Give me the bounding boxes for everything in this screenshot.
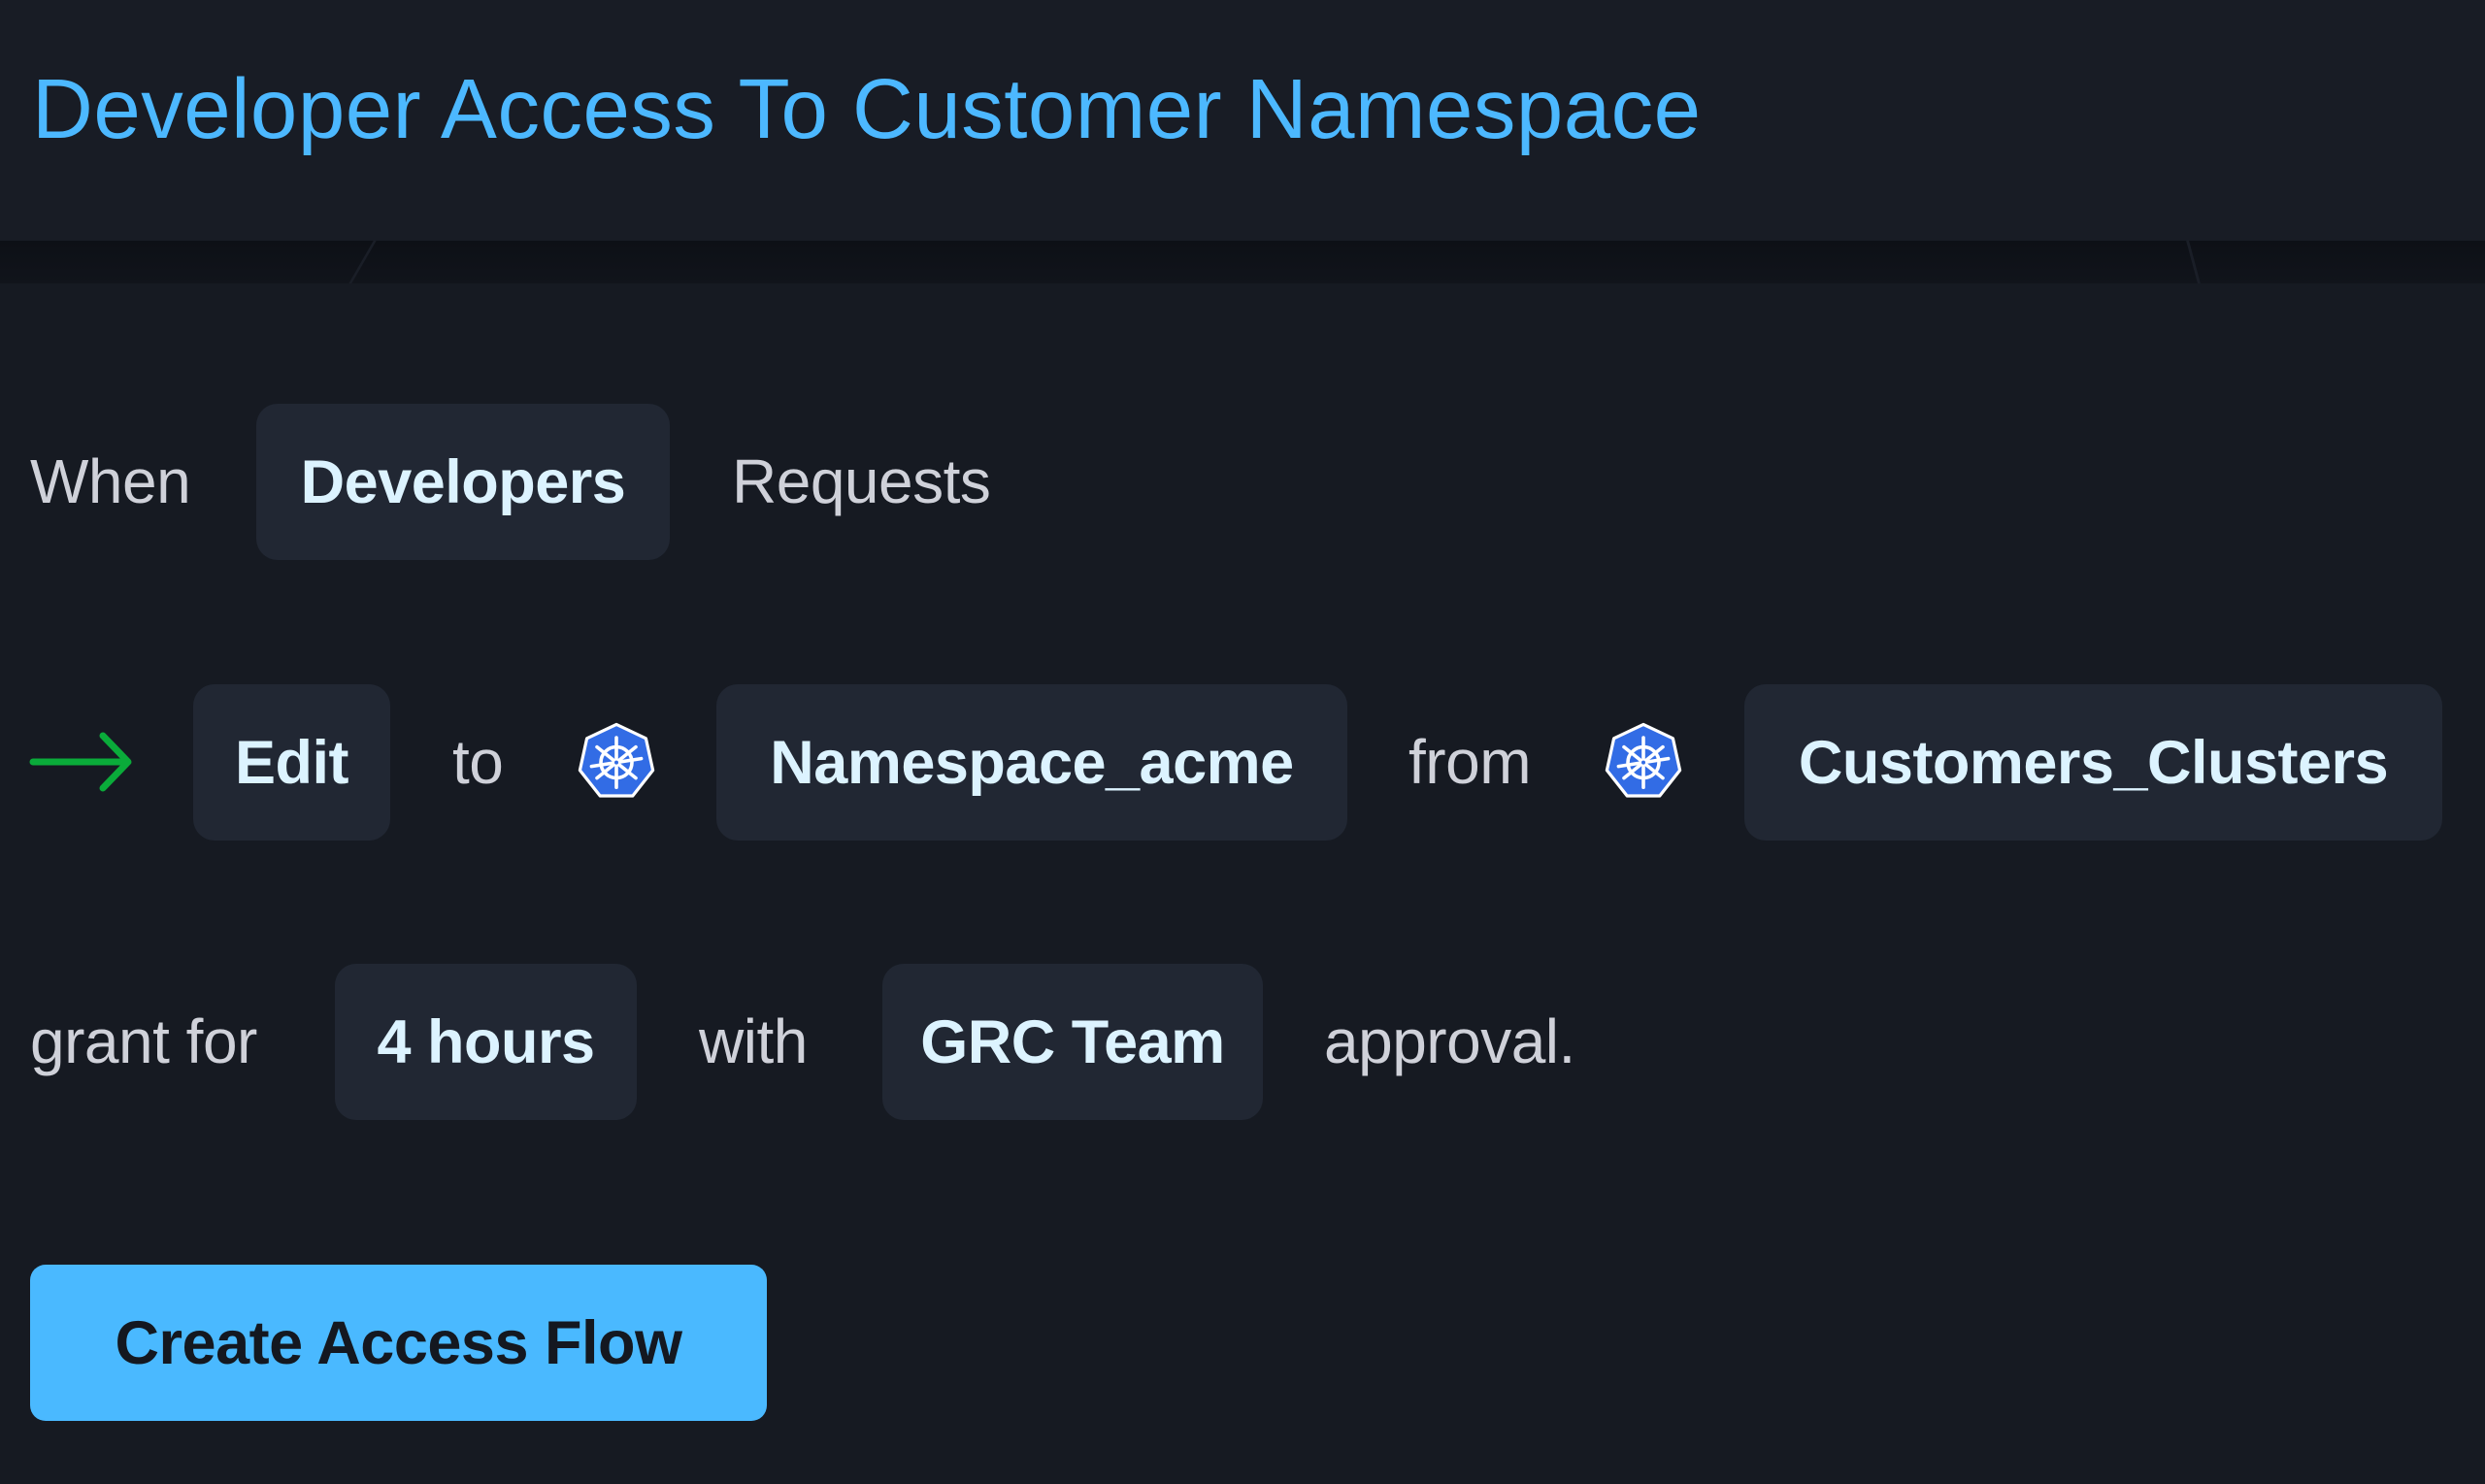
permission-chip[interactable]: Edit <box>193 684 390 841</box>
approver-chip[interactable]: GRC Team <box>882 964 1263 1120</box>
requester-chip[interactable]: Developers <box>256 404 670 560</box>
with-label: with <box>699 1006 808 1076</box>
duration-chip[interactable]: 4 hours <box>335 964 637 1120</box>
requests-label: Requests <box>732 446 991 516</box>
when-label: When <box>30 446 191 516</box>
header-shadow <box>0 241 2485 283</box>
to-label: to <box>452 727 504 797</box>
target-chip[interactable]: Namespace_acme <box>716 684 1347 841</box>
kubernetes-icon <box>1605 722 1682 798</box>
source-chip[interactable]: Customers_Clusters <box>1744 684 2442 841</box>
grant-for-label: grant for <box>30 1006 257 1076</box>
create-access-flow-button[interactable]: Create Access Flow <box>30 1265 767 1421</box>
from-label: from <box>1408 727 1532 797</box>
kubernetes-icon <box>578 722 655 798</box>
approval-label: approval. <box>1324 1006 1575 1076</box>
page-title: Developer Access To Customer Namespace <box>32 62 1702 156</box>
header: Developer Access To Customer Namespace <box>0 0 2485 241</box>
arrow-right-icon <box>29 732 132 792</box>
